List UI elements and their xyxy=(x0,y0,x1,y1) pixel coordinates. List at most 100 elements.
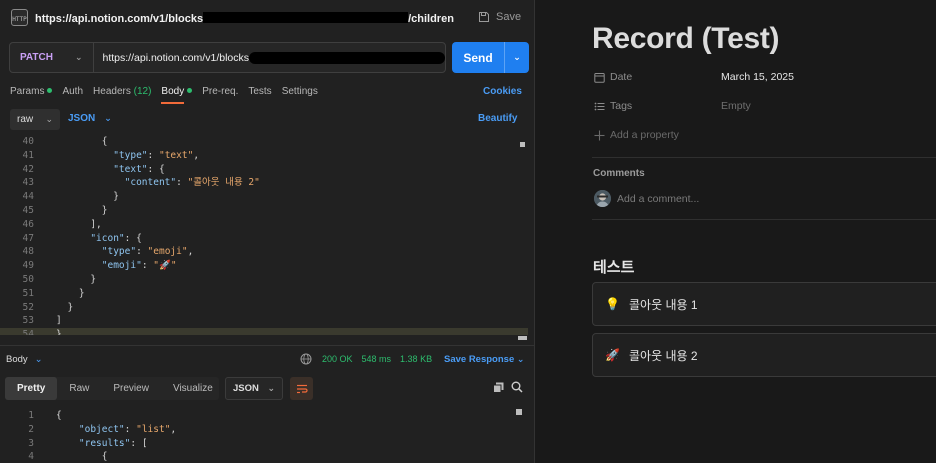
code-line[interactable]: 52 } xyxy=(0,301,528,315)
line-number: 45 xyxy=(22,204,34,216)
comments-label: Comments xyxy=(593,168,645,179)
redacted-url-part xyxy=(249,51,445,64)
section-heading[interactable]: 테스트 xyxy=(593,256,634,277)
avatar xyxy=(594,190,611,207)
code-text: } xyxy=(78,287,85,299)
code-line[interactable]: 50 } xyxy=(0,273,528,287)
code-line[interactable]: 41 "type": "text", xyxy=(0,149,528,163)
code-line[interactable]: 44 } xyxy=(0,190,528,204)
request-tabs: Params Auth Headers (12) Body Pre-req. T… xyxy=(10,86,318,104)
add-property-button[interactable]: Add a property xyxy=(594,129,679,141)
method-select[interactable]: PATCH ⌄ xyxy=(10,43,94,72)
code-line[interactable]: 4 { xyxy=(0,450,518,463)
save-icon xyxy=(479,12,489,22)
callout-block[interactable]: 🚀 콜아웃 내용 2 xyxy=(592,333,936,377)
request-title[interactable]: https://api.notion.com/v1/blocks/childre… xyxy=(35,12,454,25)
code-line[interactable]: 46 ], xyxy=(0,218,528,232)
code-text: } xyxy=(67,301,74,313)
code-line[interactable]: 2 "object": "list", xyxy=(0,423,518,437)
code-text: } xyxy=(90,273,97,285)
code-text: { xyxy=(101,451,108,463)
tab-pre-request[interactable]: Pre-req. xyxy=(202,86,238,100)
response-format-select[interactable]: JSON ⌄ xyxy=(225,377,283,400)
request-title-suffix: /children xyxy=(408,13,454,25)
response-status[interactable]: 200 OK 548 ms 1.38 KB xyxy=(322,354,441,364)
tab-headers[interactable]: Headers (12) xyxy=(93,86,151,100)
status-code: 200 OK xyxy=(322,354,353,364)
response-scrollbar[interactable] xyxy=(516,409,522,415)
code-text: ], xyxy=(90,218,102,230)
response-header: Body ⌄ 200 OK 548 ms 1.38 KB Save Response… xyxy=(0,345,534,371)
code-text: "object": "list", xyxy=(78,423,177,435)
property-date[interactable]: Date xyxy=(594,71,632,83)
http-request-icon: HTTP xyxy=(11,9,28,26)
send-label: Send xyxy=(463,50,493,65)
tab-tests[interactable]: Tests xyxy=(248,86,271,100)
editor-scrollbar-top[interactable] xyxy=(520,142,525,147)
editor-scrollbar-bottom[interactable] xyxy=(518,336,527,340)
body-mode-select[interactable]: raw ⌄ xyxy=(10,109,60,130)
rocket-icon[interactable]: 🚀 xyxy=(605,348,620,362)
send-options-chevron-icon[interactable]: ⌄ xyxy=(504,42,529,73)
code-line[interactable]: 53] xyxy=(0,314,528,328)
property-tags-value[interactable]: Empty xyxy=(721,100,751,112)
tab-preview[interactable]: Preview xyxy=(101,377,161,400)
code-line[interactable]: 43 "content": "콜아웃 내용 2" xyxy=(0,176,528,190)
copy-icon[interactable] xyxy=(493,382,504,393)
response-size: 1.38 KB xyxy=(400,354,433,364)
code-text: "type": "emoji", xyxy=(101,246,194,258)
plus-icon xyxy=(594,130,605,140)
response-body-select[interactable]: Body ⌄ xyxy=(6,354,43,365)
globe-icon[interactable] xyxy=(300,353,312,365)
line-number: 53 xyxy=(22,315,34,327)
code-line[interactable]: 54} xyxy=(0,328,528,335)
code-line[interactable]: 51 } xyxy=(0,287,528,301)
code-line[interactable]: 3 "results": [ xyxy=(0,437,518,451)
code-line[interactable]: 49 "emoji": "🚀" xyxy=(0,259,528,273)
body-language-select[interactable]: JSON ⌄ xyxy=(68,113,112,124)
tab-pretty[interactable]: Pretty xyxy=(5,377,58,400)
line-number: 46 xyxy=(22,218,34,230)
property-date-value[interactable]: March 15, 2025 xyxy=(721,71,794,83)
line-number: 3 xyxy=(28,437,34,449)
response-time: 548 ms xyxy=(361,354,392,364)
chevron-down-icon: ⌄ xyxy=(104,113,112,123)
tab-params[interactable]: Params xyxy=(10,86,53,100)
code-line[interactable]: 40 { xyxy=(0,135,528,149)
tab-body[interactable]: Body xyxy=(161,86,193,104)
add-comment-input[interactable]: Add a comment... xyxy=(617,193,699,205)
line-number: 40 xyxy=(22,136,34,147)
redacted-block-id xyxy=(203,12,409,23)
search-icon[interactable] xyxy=(511,381,523,393)
send-button[interactable]: Send ⌄ xyxy=(452,42,529,73)
wrap-lines-button[interactable] xyxy=(290,377,313,400)
code-line[interactable]: 1{ xyxy=(0,409,518,423)
tab-settings[interactable]: Settings xyxy=(282,86,318,100)
code-line[interactable]: 48 "type": "emoji", xyxy=(0,245,528,259)
request-body-editor[interactable]: 40 {41 "type": "text", 42 "text": {43 "co… xyxy=(0,135,528,335)
chevron-down-icon: ⌄ xyxy=(516,354,525,364)
callout-block[interactable]: 💡 콜아웃 내용 1 xyxy=(592,282,936,326)
property-tags[interactable]: Tags xyxy=(594,100,632,112)
response-body-viewer[interactable]: 1{2 "object": "list", 3 "results": [4 { xyxy=(0,409,518,463)
params-indicator-dot xyxy=(47,88,53,93)
user-avatar-icon xyxy=(594,190,611,207)
line-number: 52 xyxy=(22,301,34,313)
code-line[interactable]: 45 } xyxy=(0,204,528,218)
chevron-down-icon: ⌄ xyxy=(45,114,53,124)
code-line[interactable]: 47 "icon": { xyxy=(0,232,528,246)
beautify-link[interactable]: Beautify xyxy=(478,113,517,124)
save-response-button[interactable]: Save Response ⌄ xyxy=(444,354,524,365)
tab-visualize[interactable]: Visualize xyxy=(161,377,225,400)
lightbulb-icon[interactable]: 💡 xyxy=(605,297,620,311)
line-number: 49 xyxy=(22,260,34,272)
code-line[interactable]: 42 "text": { xyxy=(0,163,528,177)
page-title[interactable]: Record (Test) xyxy=(592,22,780,56)
tab-auth[interactable]: Auth xyxy=(62,86,83,100)
body-indicator-dot xyxy=(187,88,193,93)
cookies-link[interactable]: Cookies xyxy=(483,86,522,97)
tab-raw[interactable]: Raw xyxy=(57,377,101,400)
save-button[interactable]: Save xyxy=(478,11,521,23)
url-input[interactable]: https://api.notion.com/v1/blocks xyxy=(94,43,445,72)
save-label: Save xyxy=(496,11,522,23)
